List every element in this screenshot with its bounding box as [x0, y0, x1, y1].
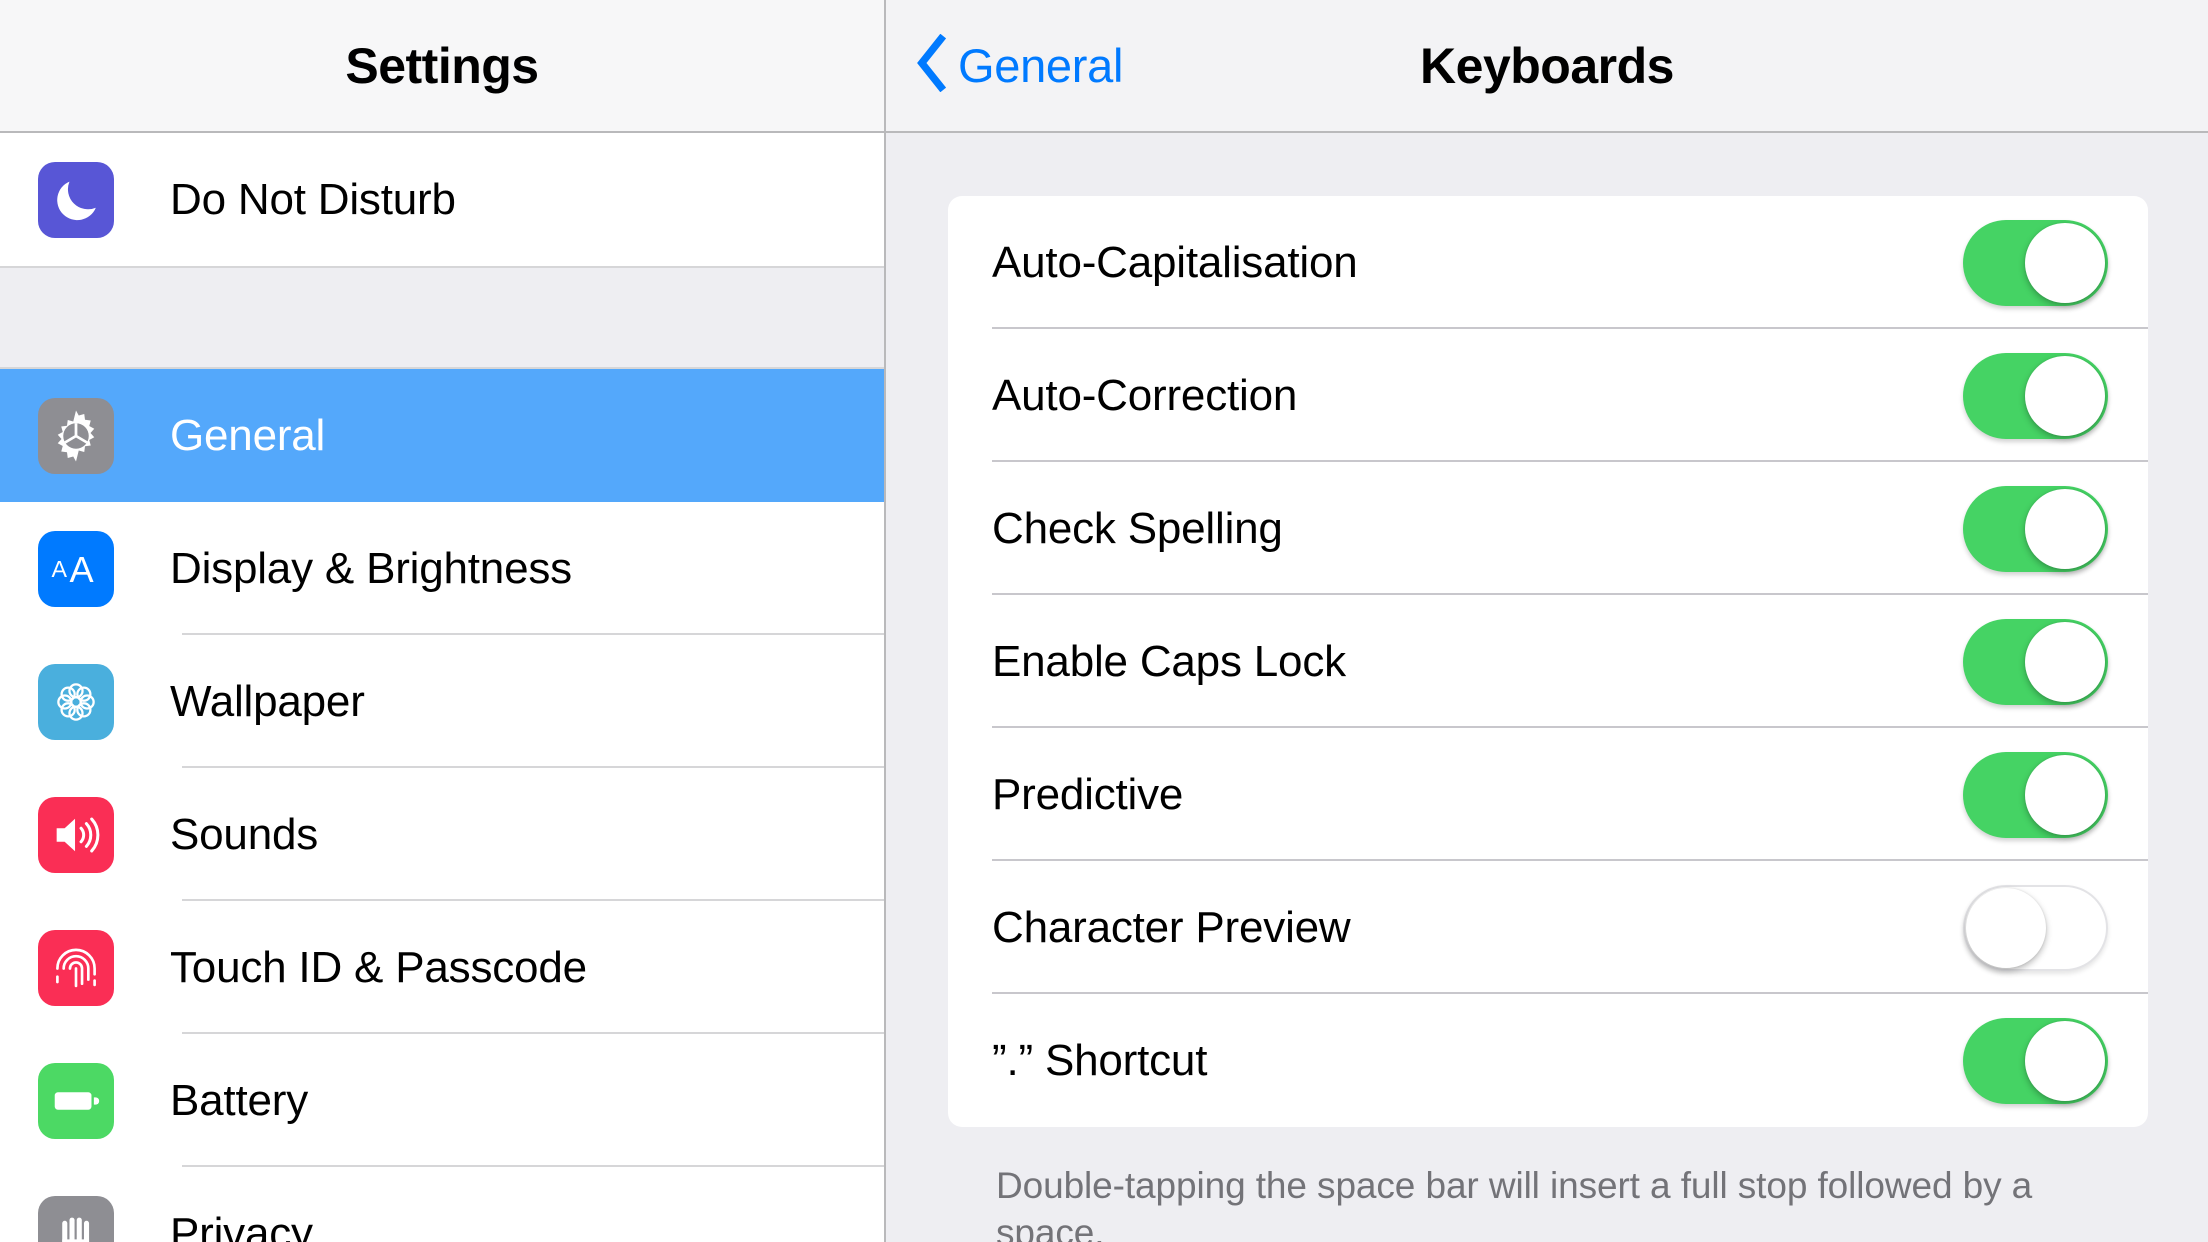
sidebar-item-label: Battery — [170, 1075, 308, 1125]
sidebar-item-do-not-disturb[interactable]: Do Not Disturb — [0, 133, 884, 266]
setting-row-auto-capitalisation[interactable]: Auto-Capitalisation — [948, 196, 2148, 329]
toggle-knob — [2025, 355, 2105, 436]
sidebar-list: Do Not Disturb General A A Display & Bri… — [0, 133, 884, 1242]
sidebar-item-sounds[interactable]: Sounds — [0, 768, 884, 901]
setting-label: Auto-Capitalisation — [992, 237, 1358, 287]
setting-row-period-shortcut[interactable]: ”.” Shortcut — [948, 994, 2148, 1127]
sidebar-item-display-brightness[interactable]: A A Display & Brightness — [0, 502, 884, 635]
detail-body: Auto-Capitalisation Auto-Correction Chec… — [886, 133, 2208, 1242]
sidebar-header: Settings — [0, 0, 884, 133]
setting-row-check-spelling[interactable]: Check Spelling — [948, 462, 2148, 595]
sidebar-item-label: General — [170, 410, 326, 460]
chevron-left-icon — [914, 33, 948, 97]
detail-header: General Keyboards — [886, 0, 2208, 133]
setting-label: Auto-Correction — [992, 370, 1298, 420]
toggle-auto-capitalisation[interactable] — [1963, 219, 2108, 306]
sidebar-item-label: Display & Brightness — [170, 543, 572, 593]
sidebar-item-battery[interactable]: Battery — [0, 1034, 884, 1167]
gear-icon — [38, 397, 114, 474]
keyboards-detail-pane: General Keyboards Auto-Capitalisation Au… — [886, 0, 2208, 1242]
toggle-enable-caps-lock[interactable] — [1963, 618, 2108, 705]
sidebar-group-gap — [0, 266, 884, 369]
speaker-icon — [38, 796, 114, 873]
toggle-character-preview[interactable] — [1963, 884, 2108, 971]
toggle-knob — [2025, 488, 2105, 569]
sidebar-item-label: Sounds — [170, 809, 319, 859]
setting-row-auto-correction[interactable]: Auto-Correction — [948, 329, 2148, 462]
setting-row-character-preview[interactable]: Character Preview — [948, 861, 2148, 994]
sidebar-item-general[interactable]: General — [0, 369, 884, 502]
settings-sidebar: Settings Do Not Disturb General A A Disp… — [0, 0, 886, 1242]
setting-label: Check Spelling — [992, 503, 1283, 553]
toggle-period-shortcut[interactable] — [1963, 1017, 2108, 1104]
sidebar-item-label: Wallpaper — [170, 676, 365, 726]
svg-text:A: A — [70, 548, 95, 589]
sidebar-item-wallpaper[interactable]: Wallpaper — [0, 635, 884, 768]
setting-label: Enable Caps Lock — [992, 636, 1346, 686]
sidebar-item-privacy[interactable]: Privacy — [0, 1167, 884, 1242]
svg-text:A: A — [51, 555, 67, 581]
toggle-auto-correction[interactable] — [1963, 352, 2108, 439]
setting-row-enable-caps-lock[interactable]: Enable Caps Lock — [948, 595, 2148, 728]
toggle-knob — [2025, 222, 2105, 303]
sidebar-item-label: Do Not Disturb — [170, 174, 456, 224]
sidebar-title: Settings — [345, 37, 539, 94]
back-button-label: General — [958, 39, 1124, 92]
flower-icon — [38, 663, 114, 740]
toggle-knob — [2025, 754, 2105, 835]
keyboard-settings-card: Auto-Capitalisation Auto-Correction Chec… — [948, 196, 2148, 1127]
toggle-predictive[interactable] — [1963, 751, 2108, 838]
sidebar-item-label: Touch ID & Passcode — [170, 942, 587, 992]
battery-icon — [38, 1062, 114, 1139]
setting-label: ”.” Shortcut — [992, 1035, 1208, 1085]
setting-label: Character Preview — [992, 902, 1351, 952]
text-size-icon: A A — [38, 530, 114, 607]
toggle-knob — [2025, 621, 2105, 702]
hand-icon — [38, 1195, 114, 1242]
setting-label: Predictive — [992, 769, 1184, 819]
toggle-knob — [2025, 1020, 2105, 1101]
moon-icon — [38, 161, 114, 238]
setting-row-predictive[interactable]: Predictive — [948, 728, 2148, 861]
fingerprint-icon — [38, 929, 114, 1006]
toggle-check-spelling[interactable] — [1963, 485, 2108, 572]
toggle-knob — [1966, 887, 2046, 968]
back-button[interactable]: General — [914, 33, 1124, 97]
sidebar-item-touch-id-passcode[interactable]: Touch ID & Passcode — [0, 901, 884, 1034]
sidebar-item-label: Privacy — [170, 1208, 313, 1242]
section-footnote: Double-tapping the space bar will insert… — [996, 1165, 2033, 1242]
